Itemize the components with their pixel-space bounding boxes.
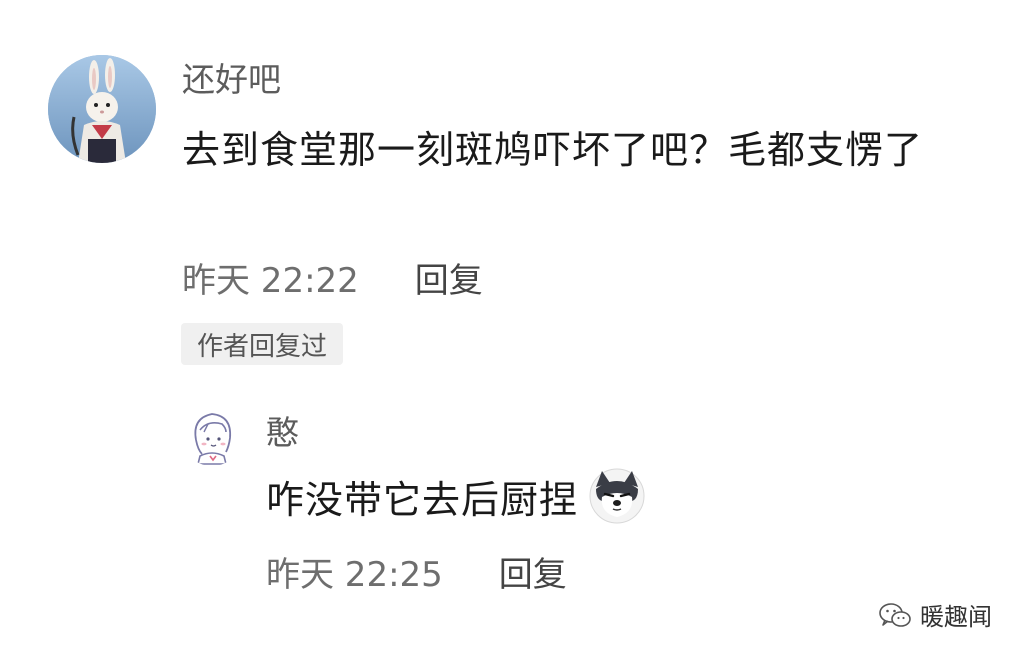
reply-text-row: 咋没带它去后厨捏 (266, 468, 646, 524)
reply-user-avatar[interactable] (182, 406, 242, 466)
reply-timestamp: 昨天 22:25 (266, 554, 443, 595)
watermark-text: 暖趣闻 (920, 603, 992, 631)
source-watermark: 暖趣闻 (878, 597, 992, 632)
comment-username[interactable]: 还好吧 (182, 58, 281, 102)
reply-meta: 昨天 22:25 回复 (266, 547, 567, 596)
comment-text: 去到食堂那一刻斑鸠吓坏了吧？毛都支愣了 (182, 128, 924, 172)
comment-timestamp: 昨天 22:22 (182, 260, 359, 301)
reply-button[interactable]: 回复 (415, 253, 483, 302)
reply-username[interactable]: 憨 (266, 411, 299, 455)
sketch-girl-avatar (182, 406, 242, 466)
reply-to-reply-button[interactable]: 回复 (499, 547, 567, 596)
doge-emoji-icon (589, 468, 645, 524)
user-avatar[interactable] (48, 55, 156, 163)
reply-text: 咋没带它去后厨捏 (266, 477, 579, 522)
comment-meta: 昨天 22:22 回复 (182, 253, 483, 302)
wechat-icon (879, 602, 911, 627)
rabbit-figure-avatar (48, 55, 156, 163)
author-replied-badge: 作者回复过 (181, 323, 344, 365)
